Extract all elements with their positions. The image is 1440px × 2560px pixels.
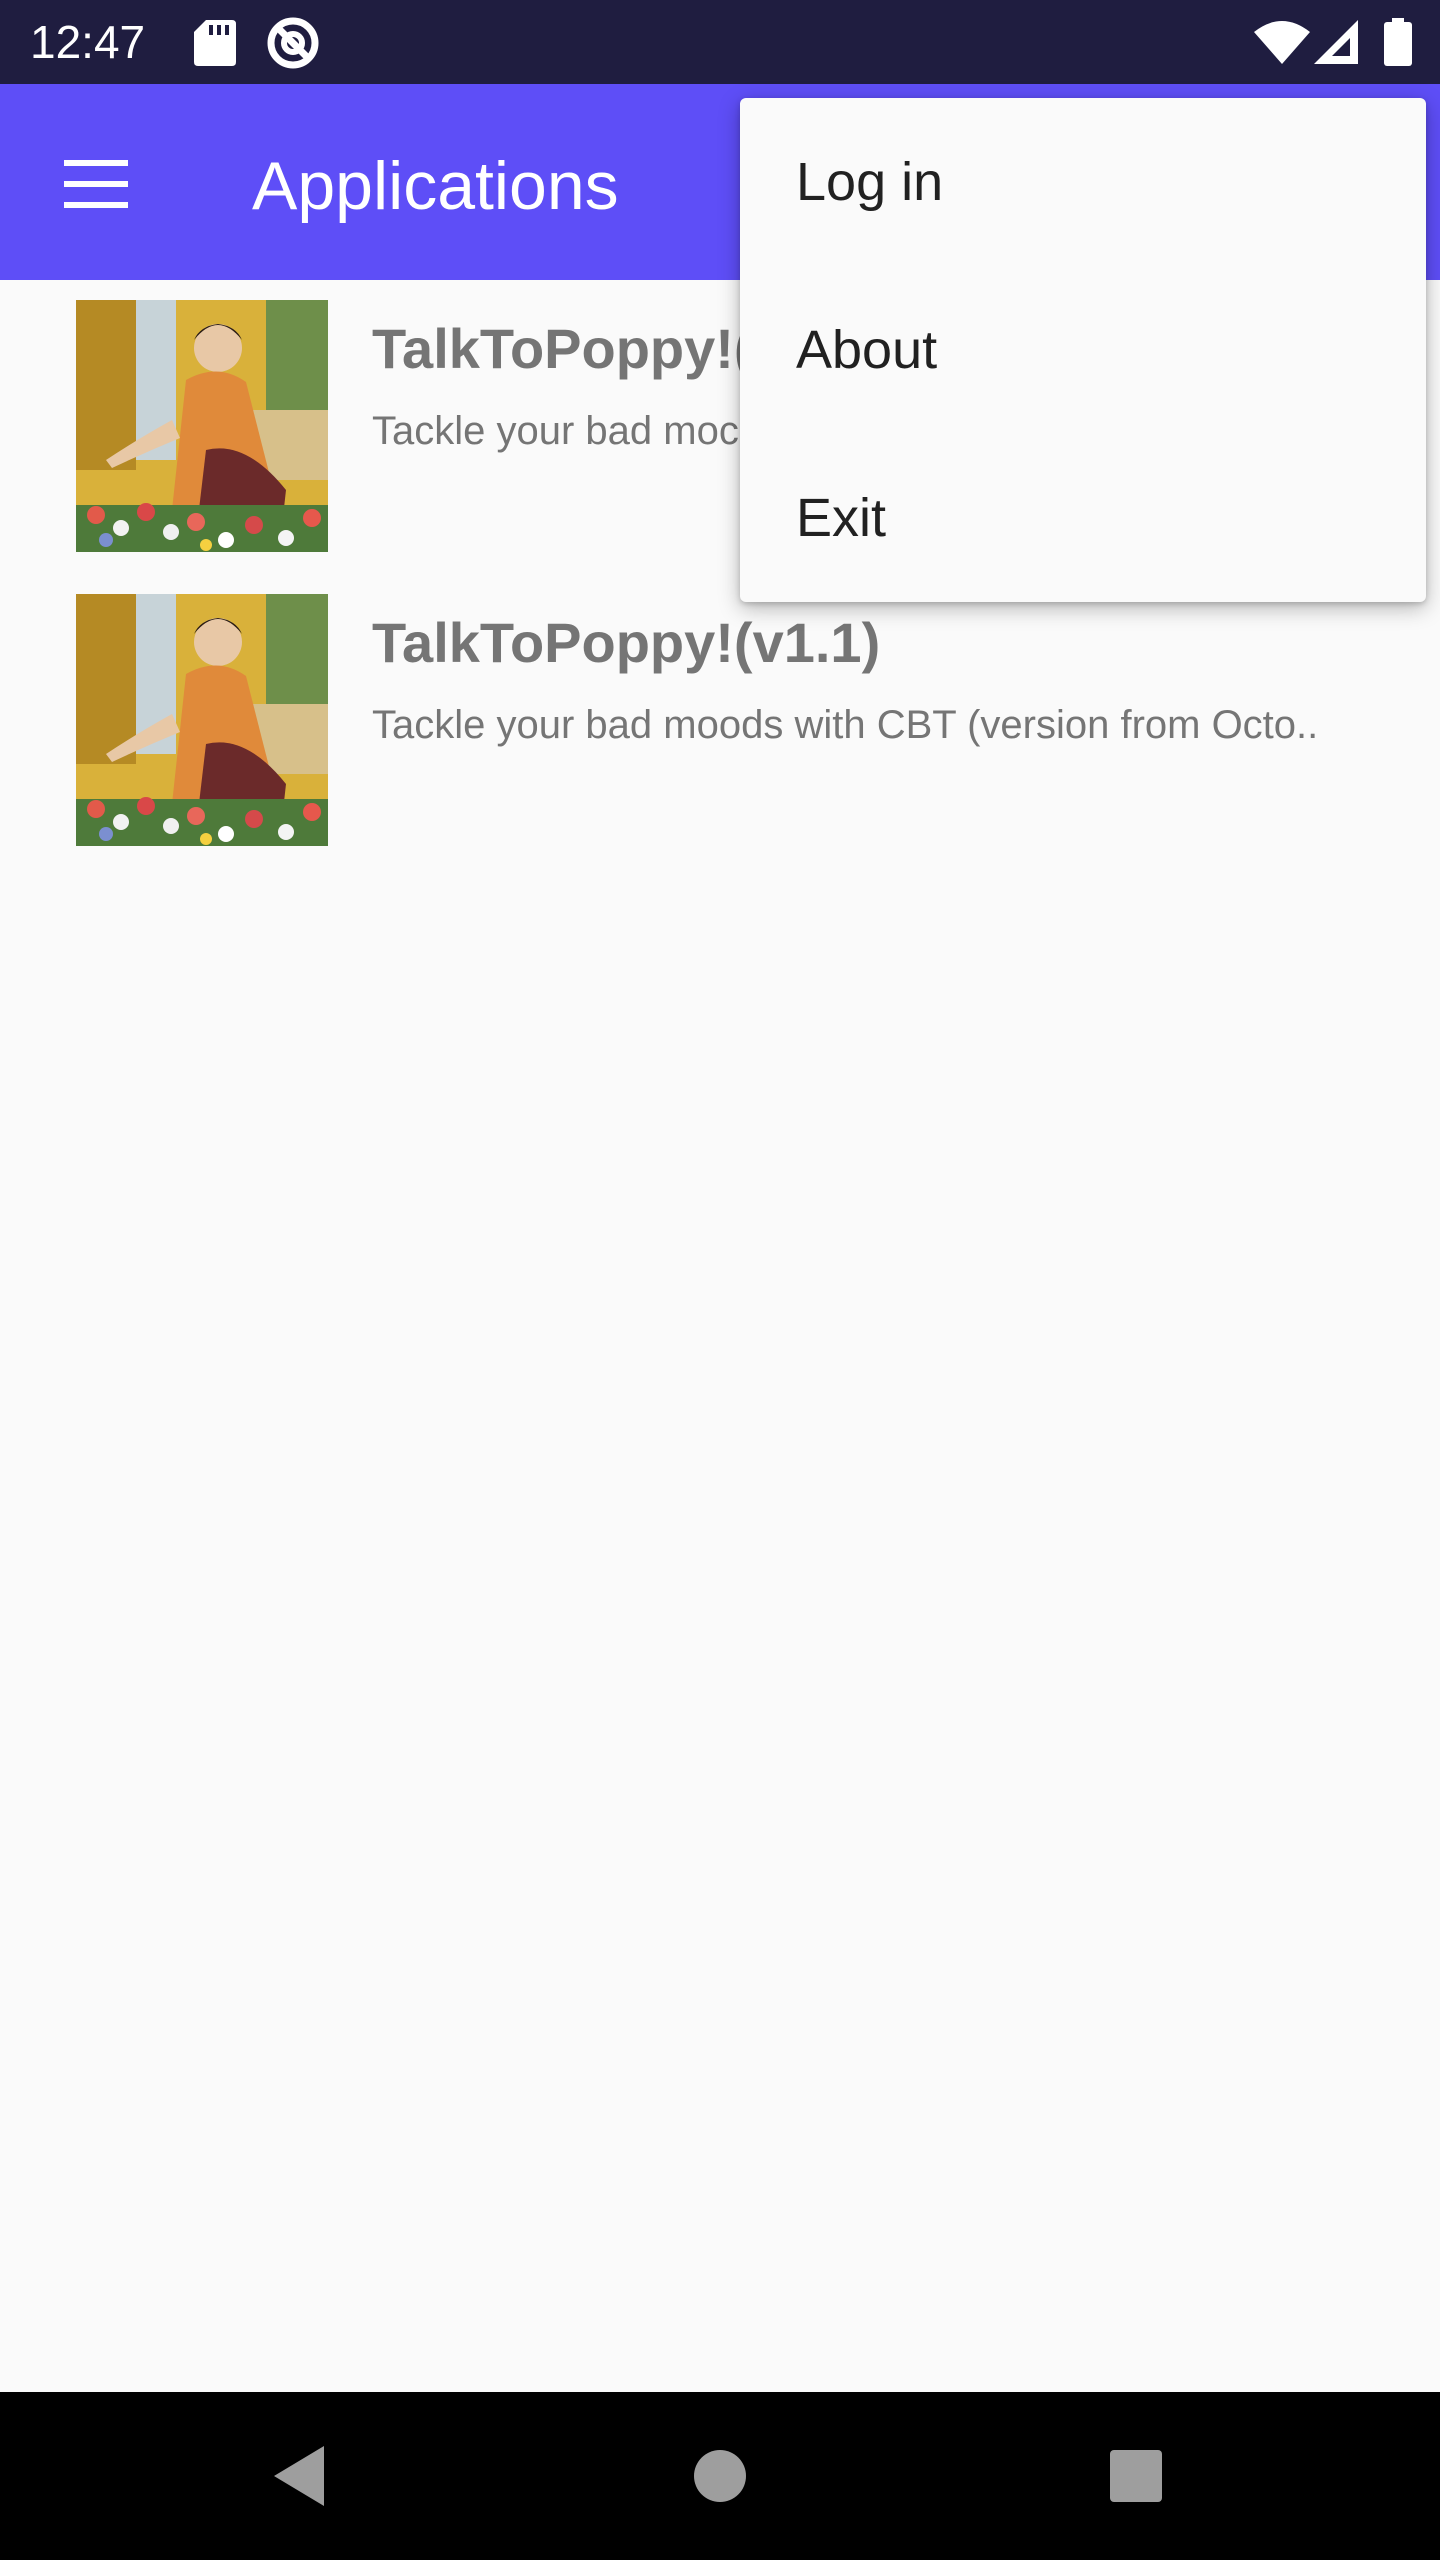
battery-icon	[1384, 18, 1412, 66]
home-icon[interactable]	[690, 2442, 750, 2510]
status-bar: 12:47	[0, 0, 1440, 84]
app-description: Tackle your bad moods with CBT (version …	[372, 703, 1319, 747]
painting-thumbnail	[76, 594, 328, 846]
no-disturb-icon	[267, 17, 319, 69]
overflow-menu: Log in About Exit	[740, 98, 1426, 602]
app-list-item[interactable]: TalkToPoppy!(v1.1) Tackle your bad moods…	[0, 594, 1440, 884]
sd-card-icon	[194, 20, 236, 66]
navigation-bar	[0, 2392, 1440, 2560]
status-time: 12:47	[30, 16, 146, 68]
app-title: TalkToPoppy!(v1.1)	[372, 611, 881, 674]
signal-icon	[1314, 20, 1358, 64]
menu-item-log-in[interactable]: Log in	[740, 98, 1426, 266]
app-bar-title: Applications	[252, 148, 619, 224]
wifi-icon	[1254, 21, 1310, 64]
painting-thumbnail	[76, 300, 328, 552]
menu-item-about[interactable]: About	[740, 266, 1426, 434]
screen: 12:47 Applications TalkToPoppy!(v Tackle…	[0, 0, 1440, 2560]
back-icon[interactable]	[270, 2442, 330, 2510]
app-description: Tackle your bad moc	[372, 409, 739, 453]
menu-item-exit[interactable]: Exit	[740, 434, 1426, 602]
menu-icon	[64, 160, 128, 208]
recents-icon[interactable]	[1108, 2442, 1164, 2510]
app-title: TalkToPoppy!(v	[372, 317, 784, 380]
menu-button[interactable]	[44, 132, 148, 236]
